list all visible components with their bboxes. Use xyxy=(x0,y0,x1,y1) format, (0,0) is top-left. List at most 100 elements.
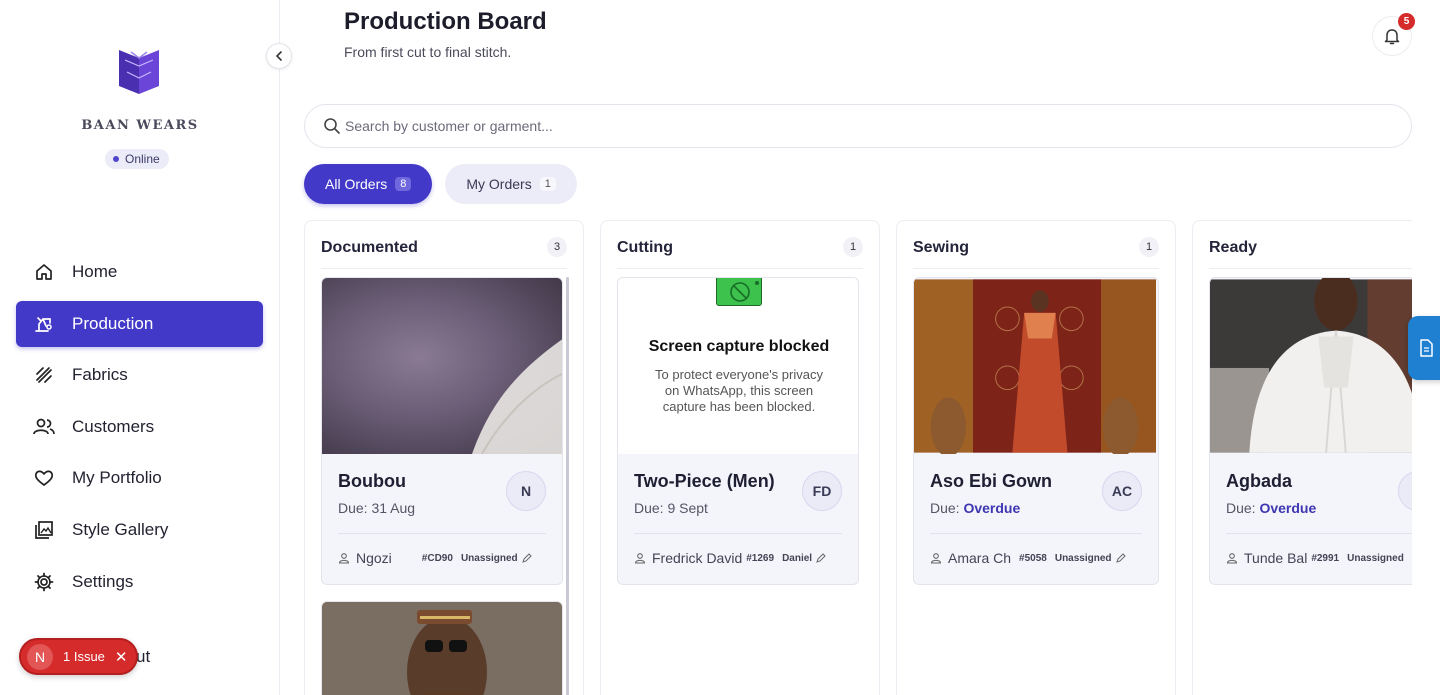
gear-icon xyxy=(33,571,55,593)
sidebar-item-style-gallery[interactable]: Style Gallery xyxy=(16,507,263,553)
assignee[interactable]: Unassigned xyxy=(461,553,518,564)
card-divider xyxy=(338,533,546,534)
heart-icon xyxy=(33,467,55,489)
avatar: N xyxy=(27,643,53,670)
sidebar-item-production[interactable]: Production xyxy=(16,300,263,347)
garment-name: Agbada xyxy=(1226,471,1293,491)
production-board: Documented 3 Boubou Due: 31 Aug N Ngozi … xyxy=(304,220,1412,695)
page-subtitle: From first cut to final stitch. xyxy=(344,44,512,60)
brand-name: BAAN WEARS xyxy=(81,118,199,133)
pencil-icon[interactable] xyxy=(521,553,532,563)
column-header: Ready xyxy=(1209,239,1412,269)
column-ready: Ready Agbada Due: Overdue T Tunde Bal #2… xyxy=(1192,220,1412,695)
customer-name: Tunde Bal xyxy=(1244,550,1308,566)
due-date: Due: 31 Aug xyxy=(338,500,415,516)
order-id: #5058 xyxy=(1019,552,1047,564)
assignee[interactable]: Unassigned xyxy=(1347,553,1404,564)
garment-name: Two-Piece (Men) xyxy=(634,471,775,491)
column-title: Documented xyxy=(321,239,418,256)
garment-image xyxy=(322,602,562,695)
order-card[interactable]: Agbada Due: Overdue T Tunde Bal #2991 Un… xyxy=(1209,277,1412,585)
column-title: Ready xyxy=(1209,239,1258,256)
garment-name: Aso Ebi Gown xyxy=(930,471,1053,491)
due-date: Due: 9 Sept xyxy=(634,500,708,516)
tab-my-orders[interactable]: My Orders 1 xyxy=(445,164,577,204)
column-sewing: Sewing 1 Aso Ebi Gown Due: Overdue AC Am… xyxy=(896,220,1176,695)
sidebar-item-logout-partial[interactable]: ut xyxy=(136,647,150,667)
column-title: Sewing xyxy=(913,239,970,256)
assignee[interactable]: Daniel xyxy=(782,553,812,564)
due-value: Overdue xyxy=(1259,500,1317,516)
sidebar-nav: Home Production Fabrics Customers My Por… xyxy=(16,249,263,610)
sidebar-item-settings[interactable]: Settings xyxy=(16,559,263,605)
column-documented: Documented 3 Boubou Due: 31 Aug N Ngozi … xyxy=(304,220,584,695)
user-icon xyxy=(930,553,942,564)
order-id: #1269 xyxy=(746,552,775,564)
notification-count-badge: 5 xyxy=(1398,13,1415,30)
search-bar[interactable] xyxy=(304,104,1412,148)
column-count-badge: 1 xyxy=(1139,237,1159,257)
sidebar-item-label: My Portfolio xyxy=(72,468,162,488)
customer-name: Fredrick David xyxy=(652,550,743,566)
user-icon xyxy=(634,553,646,564)
tab-count-badge: 1 xyxy=(539,177,556,191)
avatar[interactable]: AC xyxy=(1102,471,1142,511)
due-label: Due: xyxy=(338,500,372,516)
sidebar-item-customers[interactable]: Customers xyxy=(16,404,263,450)
issue-toast[interactable]: N 1 Issue ✕ xyxy=(19,638,138,675)
customer-name: Amara Ch xyxy=(948,550,1012,566)
avatar[interactable]: T xyxy=(1398,471,1412,511)
garment-image xyxy=(914,279,1156,454)
due-label: Due: xyxy=(634,500,668,516)
card-divider xyxy=(634,533,842,534)
pencil-icon[interactable] xyxy=(1115,553,1126,563)
card-divider xyxy=(930,533,1142,534)
sidebar-item-label: Home xyxy=(72,262,118,281)
order-card[interactable]: Aso Ebi Gown Due: Overdue AC Amara Ch #5… xyxy=(913,277,1159,585)
sidebar-item-home[interactable]: Home xyxy=(16,249,263,295)
column-header: Documented 3 xyxy=(321,237,567,269)
card-meta: Tunde Bal #2991 Unassigned xyxy=(1226,550,1412,566)
order-card[interactable] xyxy=(321,601,563,695)
page-title: Production Board xyxy=(344,8,547,35)
sidebar-item-label: Style Gallery xyxy=(72,519,169,539)
sidebar-item-label: Fabrics xyxy=(72,365,128,385)
card-meta: Fredrick David #1269 Daniel xyxy=(634,550,848,566)
stripes-icon xyxy=(33,364,55,386)
customer-name: Ngozi xyxy=(356,550,392,566)
assignee[interactable]: Unassigned xyxy=(1055,553,1112,564)
avatar[interactable]: N xyxy=(506,471,546,511)
tab-label: All Orders xyxy=(325,176,388,192)
due-label: Due: xyxy=(930,500,964,516)
due-value: Overdue xyxy=(963,500,1021,516)
order-card[interactable]: Screen capture blocked To protect everyo… xyxy=(617,277,859,585)
screen-capture-blocked-panel: Screen capture blocked To protect everyo… xyxy=(618,278,858,454)
close-icon[interactable]: ✕ xyxy=(115,648,128,666)
garment-image xyxy=(1210,278,1412,453)
user-icon xyxy=(1226,553,1238,564)
sidebar-item-label: Settings xyxy=(72,571,134,591)
order-id: #CD90 xyxy=(421,552,453,564)
document-side-tab[interactable] xyxy=(1408,316,1440,380)
sidebar-item-label: Production xyxy=(72,313,154,333)
sidebar-item-fabrics[interactable]: Fabrics xyxy=(16,352,263,398)
column-header: Cutting 1 xyxy=(617,237,863,269)
brand-logo-icon xyxy=(115,46,163,96)
chevron-left-icon xyxy=(275,51,282,61)
sidebar-item-my-portfolio[interactable]: My Portfolio xyxy=(16,455,263,501)
column-scrollbar[interactable] xyxy=(566,277,569,695)
collapse-sidebar-button[interactable] xyxy=(266,43,292,69)
due-value: 31 Aug xyxy=(371,500,416,516)
search-input[interactable] xyxy=(345,118,1345,134)
pencil-icon[interactable] xyxy=(816,553,826,563)
filter-tabs: All Orders 8 My Orders 1 xyxy=(304,164,590,204)
document-icon xyxy=(1420,339,1433,357)
order-card[interactable]: Boubou Due: 31 Aug N Ngozi #CD90 Unassig… xyxy=(321,277,563,585)
due-value: 9 Sept xyxy=(667,500,708,516)
due-date: Due: Overdue xyxy=(1226,500,1316,516)
sidebar: BAAN WEARS Online Home Production Fabric… xyxy=(0,0,292,695)
garment-name: Boubou xyxy=(338,471,406,491)
avatar[interactable]: FD xyxy=(802,471,842,511)
tab-all-orders[interactable]: All Orders 8 xyxy=(304,164,433,204)
column-header: Sewing 1 xyxy=(913,237,1159,269)
